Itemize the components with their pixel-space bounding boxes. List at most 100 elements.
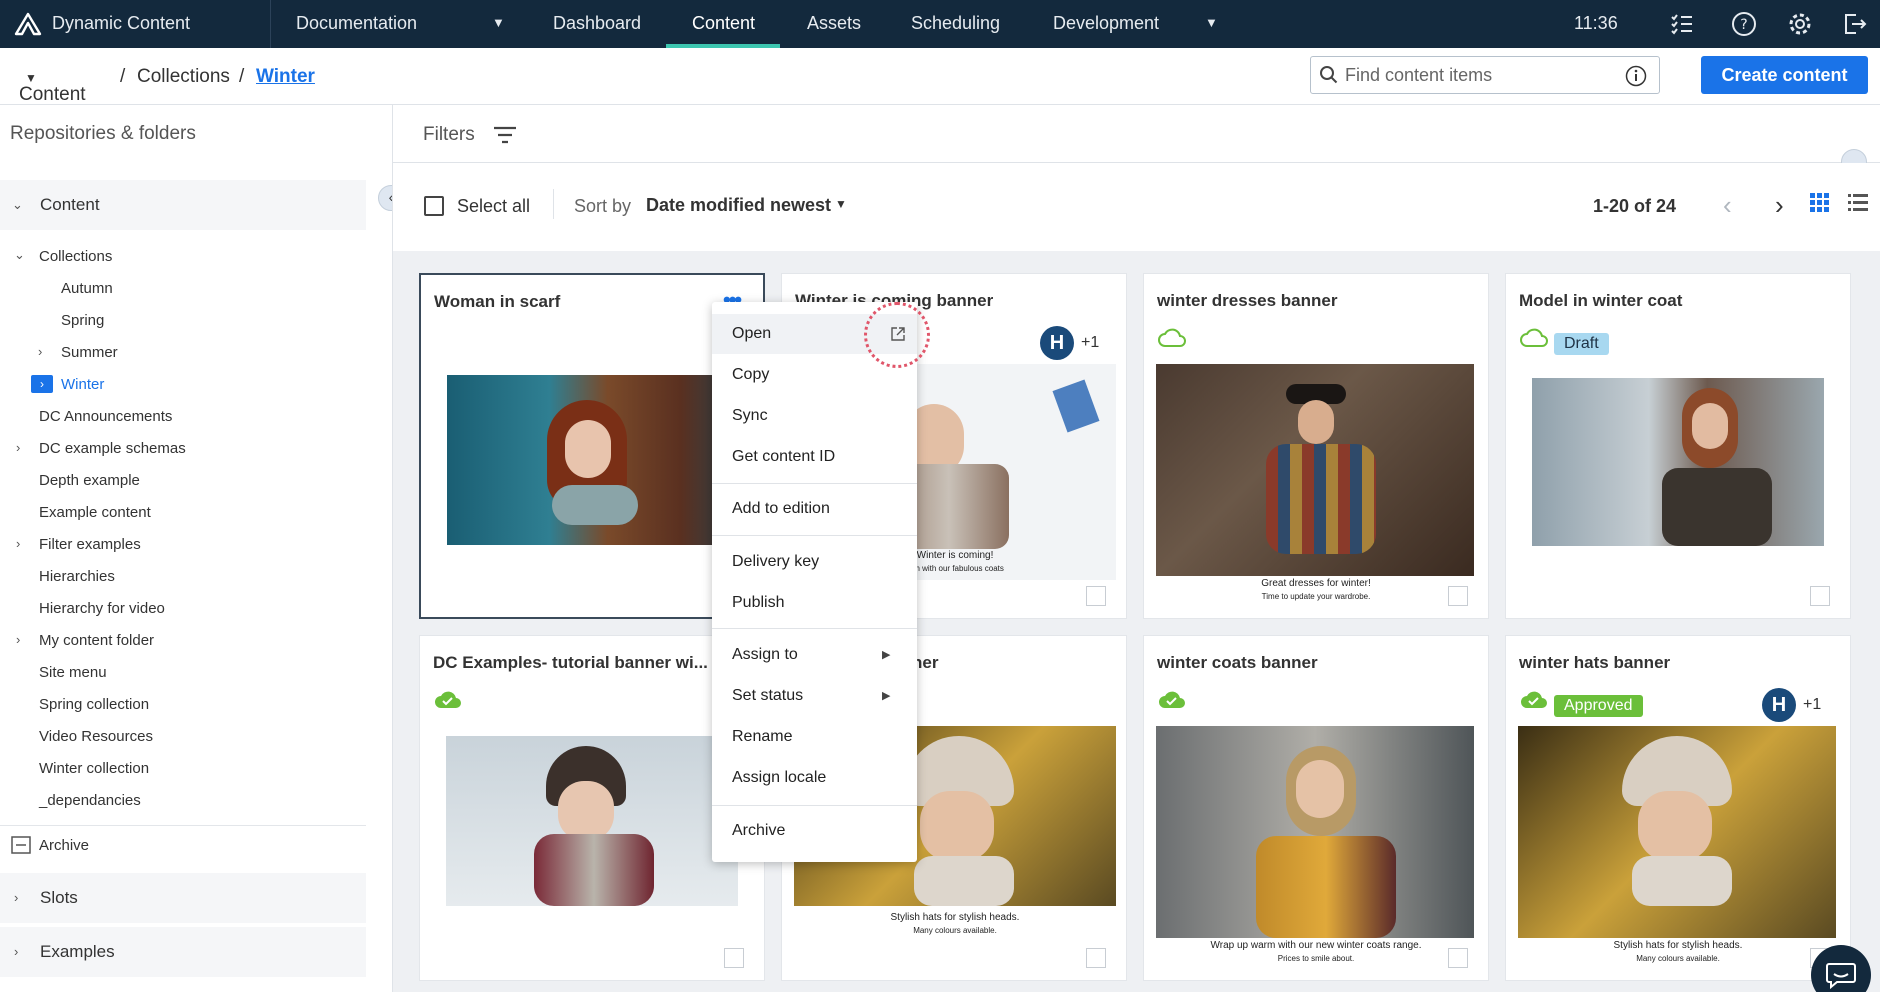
collection-icon: › <box>31 375 53 393</box>
menu-item-set-status[interactable]: Set status ▶ <box>712 676 917 716</box>
filter-icon[interactable] <box>493 126 517 144</box>
sidebar-item-folder[interactable]: Video Resources <box>39 728 153 745</box>
select-checkbox[interactable] <box>1086 586 1106 606</box>
sidebar-item-folder[interactable]: Site menu <box>39 664 107 681</box>
menu-item-sync[interactable]: Sync <box>712 396 917 436</box>
grid-view-icon[interactable] <box>1810 193 1830 213</box>
hub-selector[interactable]: Documentation ▼ <box>296 0 508 48</box>
help-icon[interactable]: ? <box>1730 10 1758 38</box>
search-icon <box>1320 66 1338 84</box>
menu-item-publish[interactable]: Publish <box>712 583 917 623</box>
content-area: Filters ⌄ Select all Sort by Date modifi… <box>393 105 1880 992</box>
tab-scheduling[interactable]: Scheduling <box>911 0 1000 48</box>
sidebar-item-folder[interactable]: Hierarchies <box>39 568 115 585</box>
gear-icon[interactable] <box>1786 10 1814 38</box>
next-page-icon[interactable]: › <box>1775 190 1784 221</box>
status-badge: Approved <box>1554 695 1643 717</box>
sidebar-item-folder[interactable]: Hierarchy for video <box>39 600 165 617</box>
pagination-count: 1-20 of 24 <box>1593 196 1677 216</box>
archive-icon <box>11 836 31 854</box>
select-checkbox[interactable] <box>724 948 744 968</box>
sidebar-section-label: Slots <box>40 888 78 907</box>
card-title: DC Examples- tutorial banner wi... <box>433 653 708 672</box>
create-content-button[interactable]: Create content <box>1701 56 1868 94</box>
sidebar-item-archive[interactable]: Archive <box>39 837 89 854</box>
sidebar-item-winter[interactable]: Winter <box>61 376 104 393</box>
tab-assets[interactable]: Assets <box>807 0 861 48</box>
select-checkbox[interactable] <box>1448 586 1468 606</box>
sidebar-item-folder[interactable]: _dependancies <box>39 792 141 809</box>
sidebar-item-folder[interactable]: DC example schemas <box>39 440 186 457</box>
menu-item-archive[interactable]: Archive <box>712 811 917 851</box>
banner-subcaption: Many colours available. <box>913 926 997 935</box>
sidebar-item-folder[interactable]: Example content <box>39 504 151 521</box>
menu-item-add-to-edition[interactable]: Add to edition <box>712 489 917 529</box>
clock: 11:36 <box>1574 13 1618 33</box>
card-thumbnail <box>1518 726 1836 944</box>
select-checkbox[interactable] <box>1086 948 1106 968</box>
filters-label: Filters <box>423 124 475 145</box>
sidebar-item-folder[interactable]: Depth example <box>39 472 140 489</box>
task-list-icon[interactable] <box>1668 10 1696 38</box>
sidebar-item-folder[interactable]: Winter collection <box>39 760 149 777</box>
tab-development[interactable]: Development ▼ <box>1053 0 1223 48</box>
content-card[interactable]: Model in winter coat Draft <box>1505 273 1851 619</box>
breadcrumb-collections[interactable]: Collections <box>137 66 230 88</box>
chevron-down-icon: ⌄ <box>14 247 25 262</box>
chevron-right-icon: › <box>16 536 21 551</box>
sidebar-item-folder[interactable]: Spring collection <box>39 696 149 713</box>
banner-caption: Stylish hats for stylish heads. <box>1613 940 1743 951</box>
select-checkbox[interactable] <box>1810 586 1830 606</box>
banner-subcaption: Prices to smile about. <box>1277 954 1355 963</box>
chevron-right-icon: › <box>16 632 21 647</box>
context-menu: Open Copy Sync Get content ID Add to edi… <box>712 302 930 862</box>
sidebar-section-examples[interactable]: › Examples <box>0 927 366 977</box>
sidebar-section-content[interactable]: ⌄ Content <box>0 180 366 230</box>
tab-dashboard[interactable]: Dashboard <box>553 0 641 48</box>
menu-item-assign-locale[interactable]: Assign locale <box>712 758 917 798</box>
caret-down-icon: ▼ <box>25 71 37 85</box>
menu-item-copy[interactable]: Copy <box>712 355 917 395</box>
menu-item-get-content-id[interactable]: Get content ID <box>712 437 917 477</box>
sidebar-item-folder[interactable]: Filter examples <box>39 536 141 553</box>
menu-item-label: Set status <box>732 687 804 704</box>
banner-caption: Stylish hats for stylish heads. <box>890 912 1020 923</box>
content-card[interactable]: winter hats banner Approved H +1 Stylish… <box>1505 635 1851 981</box>
avatar: H <box>1040 326 1074 360</box>
menu-item-rename[interactable]: Rename <box>712 717 917 757</box>
search-input[interactable] <box>1345 62 1615 88</box>
tab-content[interactable]: Content <box>692 0 755 48</box>
logout-icon[interactable] <box>1840 10 1868 38</box>
menu-divider <box>712 628 917 629</box>
info-icon[interactable] <box>1625 65 1647 87</box>
filters-button[interactable]: Filters <box>423 124 475 146</box>
select-all-label: Select all <box>457 196 531 216</box>
select-checkbox[interactable] <box>1448 948 1468 968</box>
sidebar-item-folder[interactable]: DC Announcements <box>39 408 172 425</box>
prev-page-icon[interactable]: ‹ <box>1723 190 1732 221</box>
card-thumbnail <box>447 375 739 545</box>
sidebar-item-autumn[interactable]: Autumn <box>61 280 113 297</box>
breadcrumb-root[interactable]: Content ▼ <box>19 66 86 105</box>
chevron-down-icon: ⌄ <box>12 197 23 212</box>
chat-button[interactable] <box>1811 945 1871 992</box>
list-view-icon[interactable] <box>1848 193 1868 213</box>
sidebar-item-collections[interactable]: Collections <box>39 248 112 265</box>
sidebar-item-folder[interactable]: My content folder <box>39 632 154 649</box>
amplience-logo-icon <box>14 12 42 36</box>
avatar: H <box>1762 688 1796 722</box>
sidebar-item-spring[interactable]: Spring <box>61 312 104 329</box>
menu-item-delivery-key[interactable]: Delivery key <box>712 542 917 582</box>
sidebar-section-slots[interactable]: › Slots <box>0 873 366 923</box>
menu-divider <box>712 805 917 806</box>
card-title: winter coats banner <box>1157 653 1318 672</box>
content-card[interactable]: winter coats banner Wrap up warm with ou… <box>1143 635 1489 981</box>
sidebar-item-summer[interactable]: Summer <box>61 344 118 361</box>
breadcrumb-current[interactable]: Winter <box>256 66 315 88</box>
menu-item-assign-to[interactable]: Assign to ▶ <box>712 635 917 675</box>
content-card[interactable]: winter dresses banner Great dresses for … <box>1143 273 1489 619</box>
banner-caption: Great dresses for winter! <box>1261 578 1371 589</box>
select-all-checkbox[interactable] <box>424 196 444 216</box>
collapse-sidebar-button[interactable]: ‹ <box>378 185 392 211</box>
sort-dropdown[interactable]: Date modified newest ▼ <box>646 195 847 216</box>
